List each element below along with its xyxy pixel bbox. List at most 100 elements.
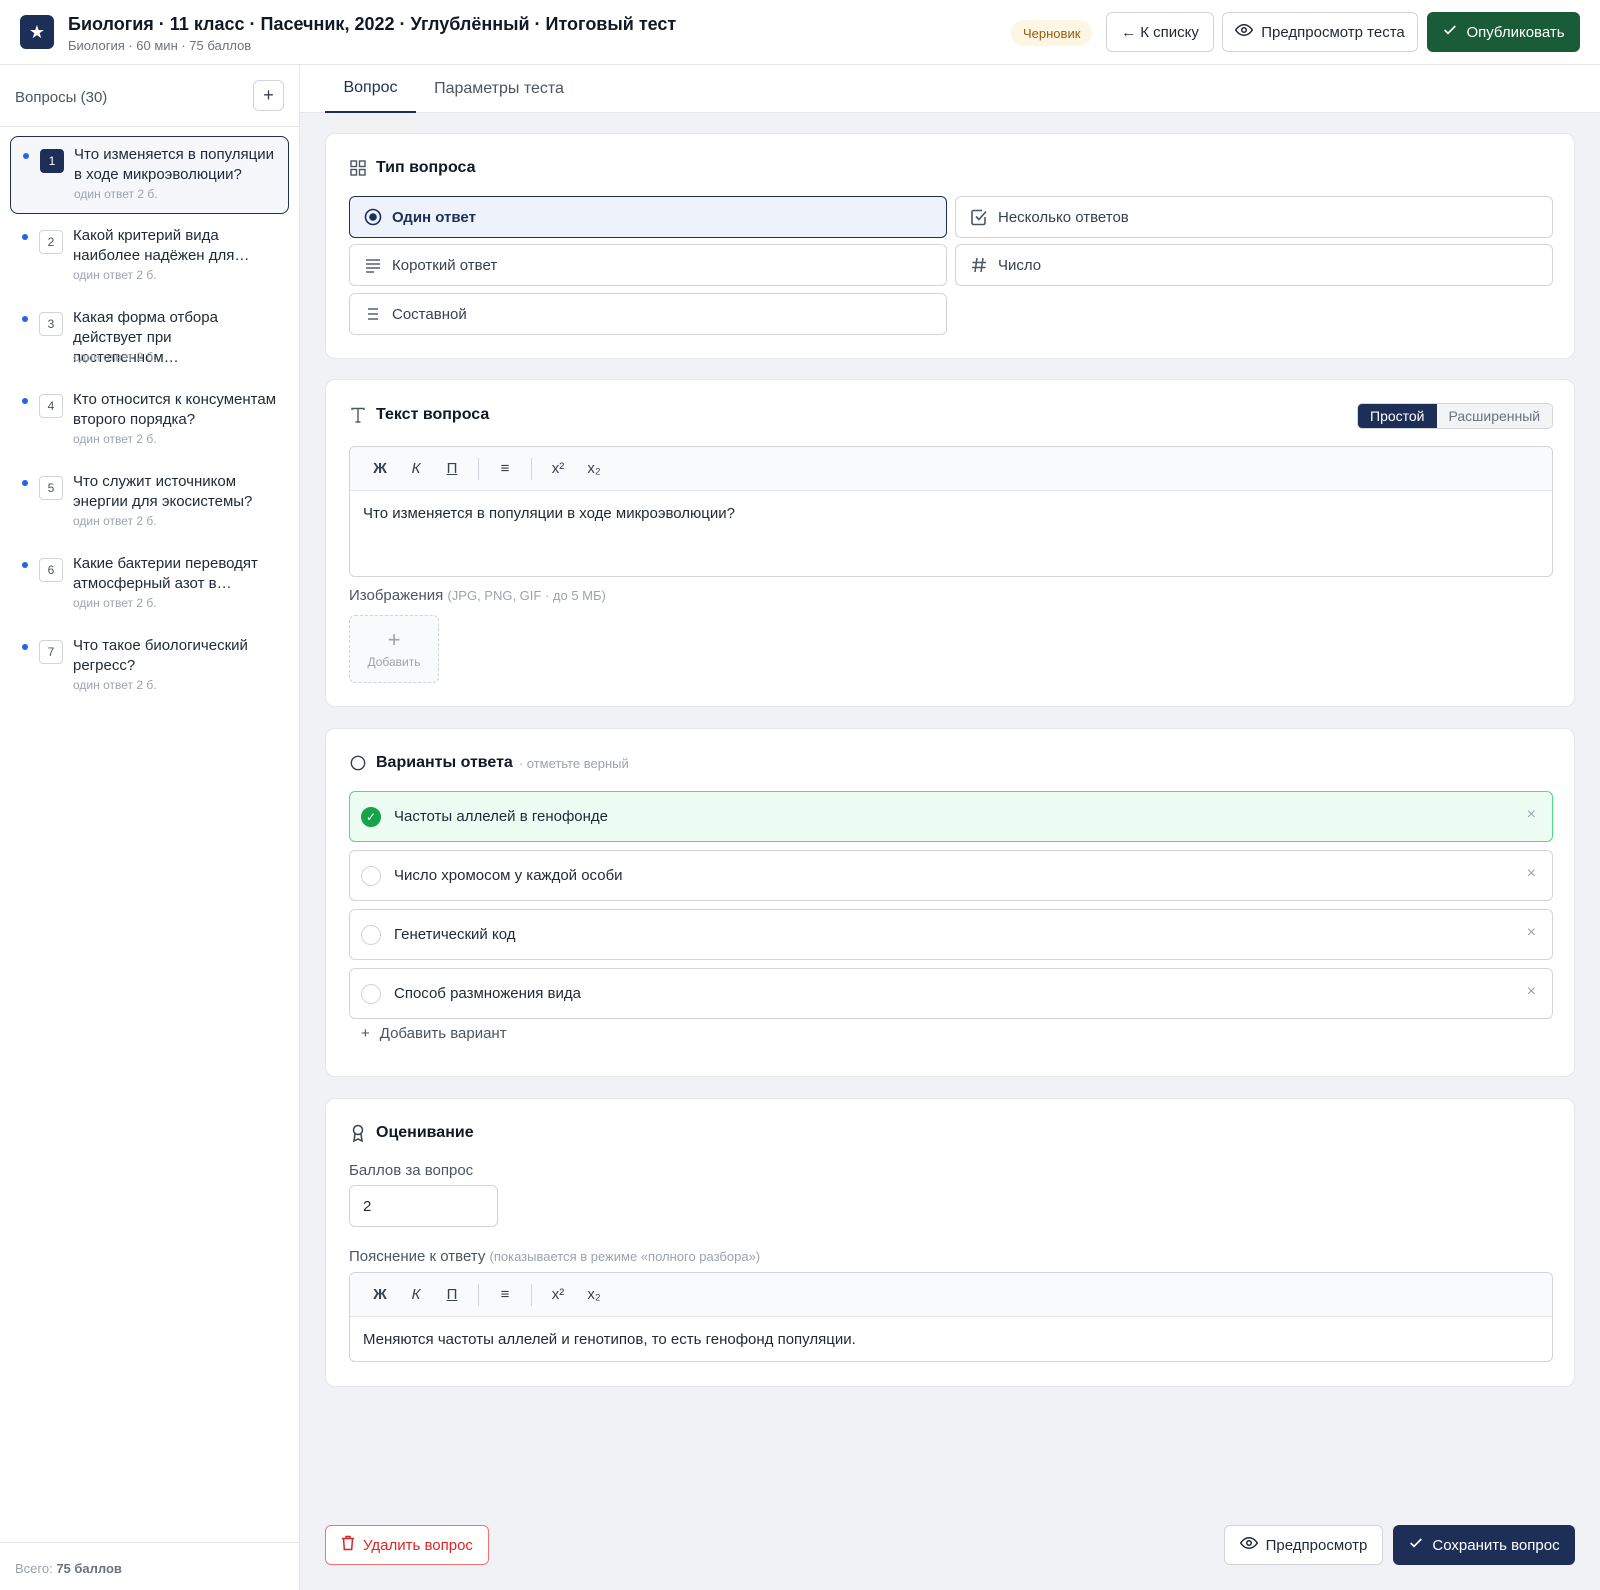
explanation-hint: (показывается в режиме «полного разбора»…: [489, 1249, 761, 1264]
subscript-button[interactable]: x₂: [578, 1280, 610, 1310]
tab-question[interactable]: Вопрос: [325, 65, 416, 113]
question-list-item[interactable]: 5 Что служит источником энергии для экос…: [10, 464, 289, 542]
question-text-title: Текст вопроса: [376, 406, 490, 423]
eye-icon: [1235, 21, 1254, 43]
italic-button[interactable]: К: [400, 1280, 432, 1310]
remove-answer-icon[interactable]: ×: [1527, 983, 1536, 1001]
correct-check-icon[interactable]: ✓: [361, 807, 381, 827]
list-button[interactable]: ≡: [489, 1280, 521, 1310]
answer-text[interactable]: Способ размножения вида: [394, 985, 581, 1002]
question-type-title: Тип вопроса: [376, 159, 476, 176]
circle-icon: [350, 755, 366, 771]
question-text-editor: Ж К П ≡ x² x₂ Что изменяется в популяции…: [349, 446, 1553, 577]
list-button[interactable]: ≡: [489, 454, 521, 484]
question-meta: один ответ 2 б.: [73, 596, 157, 610]
delete-question-label: Удалить вопрос: [363, 1536, 473, 1554]
app-header: ★ Биология · 11 класс · Пасечник, 2022 ·…: [0, 0, 1600, 65]
answers-hint: · отметьте верный: [518, 755, 629, 771]
question-title: Что служит источником энергии для экосис…: [73, 473, 253, 510]
question-list-item[interactable]: 2 Какой критерий вида наиболее надёжен д…: [10, 218, 289, 296]
add-image-button[interactable]: + Добавить: [349, 615, 439, 683]
plus-icon: +: [361, 1025, 370, 1042]
bold-button[interactable]: Ж: [364, 1280, 396, 1310]
type-single-answer[interactable]: Один ответ: [349, 196, 947, 238]
underline-button[interactable]: П: [436, 1280, 468, 1310]
answer-option[interactable]: ✓ Частоты аллелей в генофонде ×: [349, 791, 1553, 842]
type-composite[interactable]: Составной: [349, 293, 947, 335]
unsaved-dot-icon: [22, 234, 28, 240]
mode-simple-button[interactable]: Простой: [1358, 404, 1437, 428]
question-meta: один ответ 2 б.: [73, 268, 157, 282]
delete-question-button[interactable]: Удалить вопрос: [325, 1525, 489, 1565]
superscript-button[interactable]: x²: [542, 1280, 574, 1310]
radio-target-icon: [364, 208, 382, 226]
question-list-item[interactable]: 1 Что изменяется в популяции в ходе микр…: [10, 136, 289, 214]
remove-answer-icon[interactable]: ×: [1527, 865, 1536, 883]
answer-text[interactable]: Число хромосом у каждой особи: [394, 867, 623, 884]
explanation-editor: Ж К П ≡ x² x₂ Меняются частоты аллелей и…: [349, 1272, 1553, 1362]
bold-button[interactable]: Ж: [364, 454, 396, 484]
type-short-answer[interactable]: Короткий ответ: [349, 244, 947, 286]
check-icon: [1442, 22, 1458, 42]
answer-radio[interactable]: [361, 984, 381, 1004]
questions-heading: Вопросы (30): [15, 89, 108, 106]
remove-answer-icon[interactable]: ×: [1527, 924, 1536, 942]
question-list-item[interactable]: 6 Какие бактерии переводят атмосферный а…: [10, 546, 289, 624]
italic-button[interactable]: К: [400, 454, 432, 484]
answer-option[interactable]: Число хромосом у каждой особи ×: [349, 850, 1553, 901]
question-number: 2: [39, 230, 63, 254]
answer-option[interactable]: Способ размножения вида ×: [349, 968, 1553, 1019]
question-meta: один ответ 2 б.: [74, 187, 158, 201]
editor-toolbar: Ж К П ≡ x² x₂: [350, 1273, 1552, 1317]
editor-mode-toggle: Простой Расширенный: [1357, 403, 1554, 429]
question-list-item[interactable]: 4 Кто относится к консументам второго по…: [10, 382, 289, 460]
remove-answer-icon[interactable]: ×: [1527, 806, 1536, 824]
points-label: Баллов за вопрос: [349, 1162, 474, 1179]
question-number: 7: [39, 640, 63, 664]
grid-icon: [350, 160, 366, 176]
question-number: 5: [39, 476, 63, 500]
answer-radio[interactable]: [361, 866, 381, 886]
type-multiple-answers[interactable]: Несколько ответов: [955, 196, 1553, 238]
images-label: Изображения (JPG, PNG, GIF · до 5 МБ): [349, 587, 606, 604]
answer-text[interactable]: Частоты аллелей в генофонде: [394, 808, 608, 825]
points-input[interactable]: 2: [349, 1185, 498, 1227]
preview-button[interactable]: Предпросмотр: [1224, 1525, 1383, 1565]
question-text-input[interactable]: Что изменяется в популяции в ходе микроэ…: [350, 491, 1552, 536]
type-label: Число: [998, 256, 1042, 274]
question-meta: один ответ 2 б.: [73, 350, 157, 364]
answer-option[interactable]: Генетический код ×: [349, 909, 1553, 960]
type-number[interactable]: Число: [955, 244, 1553, 286]
subscript-button[interactable]: x₂: [578, 454, 610, 484]
award-icon: [350, 1124, 366, 1142]
plus-icon: +: [387, 627, 401, 652]
publish-button[interactable]: Опубликовать: [1427, 12, 1580, 52]
mode-advanced-button[interactable]: Расширенный: [1436, 404, 1553, 428]
preview-test-button[interactable]: Предпросмотр теста: [1222, 12, 1418, 52]
save-question-label: Сохранить вопрос: [1432, 1536, 1560, 1554]
answers-card: Варианты ответа · отметьте верный ✓ Част…: [325, 728, 1575, 1077]
superscript-button[interactable]: x²: [542, 454, 574, 484]
add-question-button[interactable]: +: [253, 80, 284, 111]
add-answer-button[interactable]: + Добавить вариант: [361, 1025, 507, 1042]
question-list-item[interactable]: 3 Какая форма отбора действует при посте…: [10, 300, 289, 378]
underline-button[interactable]: П: [436, 454, 468, 484]
question-meta: один ответ 2 б.: [73, 432, 157, 446]
question-number: 1: [40, 149, 64, 173]
question-list-item[interactable]: 7 Что такое биологический регресс? один …: [10, 628, 289, 706]
answer-radio[interactable]: [361, 925, 381, 945]
eye-icon: [1239, 1534, 1258, 1556]
editor-toolbar: Ж К П ≡ x² x₂: [350, 447, 1552, 491]
save-question-button[interactable]: Сохранить вопрос: [1393, 1525, 1575, 1565]
answer-text[interactable]: Генетический код: [394, 926, 515, 943]
images-label-text: Изображения: [349, 587, 444, 604]
type-label: Один ответ: [392, 208, 476, 226]
question-number: 6: [39, 558, 63, 582]
explanation-input[interactable]: Меняются частоты аллелей и генотипов, то…: [350, 1317, 1552, 1361]
back-to-list-button[interactable]: ← К списку: [1106, 12, 1214, 52]
question-meta: один ответ 2 б.: [73, 678, 157, 692]
question-meta: один ответ 2 б.: [73, 514, 157, 528]
tab-test-params[interactable]: Параметры теста: [426, 65, 572, 113]
toolbar-separator: [531, 1283, 532, 1306]
question-title: Что изменяется в популяции в ходе микроэ…: [74, 146, 274, 183]
